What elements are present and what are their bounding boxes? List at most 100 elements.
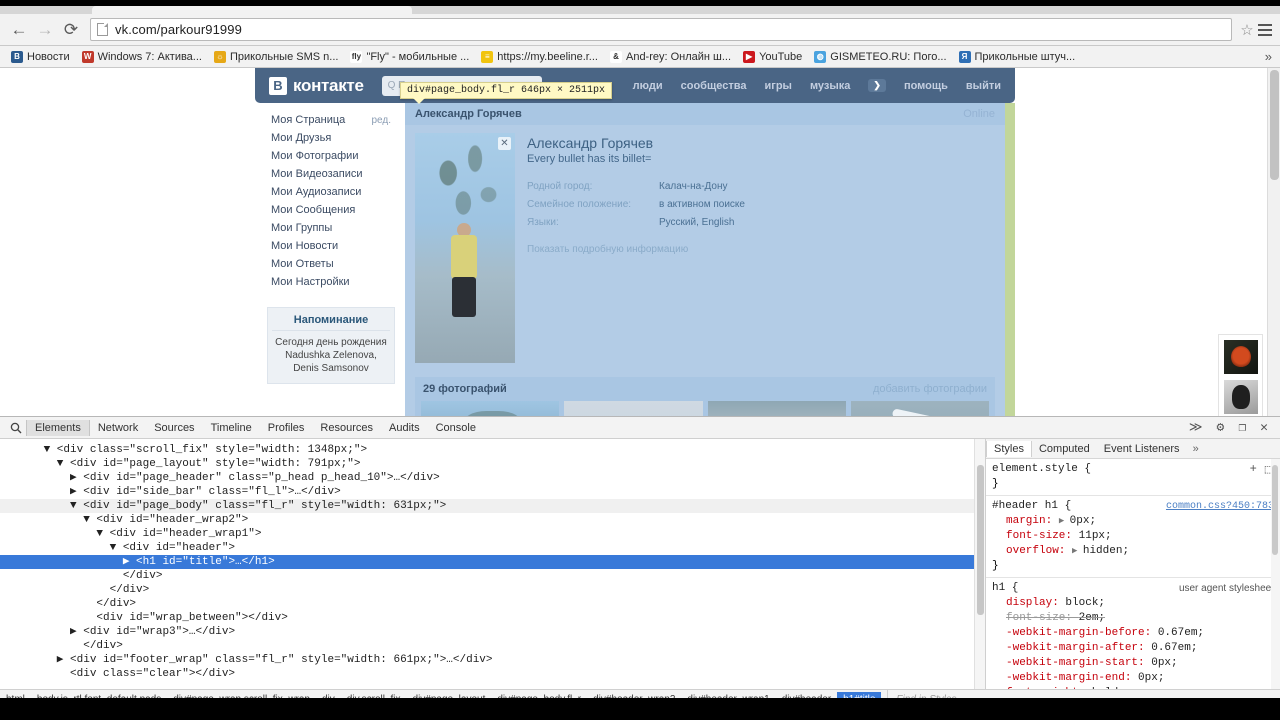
style-property[interactable]: font-size: 2em; [992, 611, 1274, 626]
style-property-value[interactable]: 0px; [1138, 672, 1164, 684]
dom-node-line[interactable]: ▶ <div id="wrap3">…</div> [0, 625, 985, 639]
vk-nav-link[interactable]: ❯ [868, 79, 886, 92]
bookmark-item[interactable]: & And-rey: Онлайн ш... [605, 49, 736, 65]
vk-nav-link[interactable]: люди [633, 80, 663, 92]
styles-tab-computed[interactable]: Computed [1032, 441, 1097, 457]
style-property-value[interactable]: bold; [1092, 687, 1125, 689]
vk-nav-link[interactable]: игры [764, 80, 791, 92]
find-in-styles-input[interactable]: Find in Styles [887, 690, 1280, 698]
style-property-value[interactable]: 11px; [1079, 530, 1112, 542]
style-property[interactable]: display: block; [992, 596, 1274, 611]
dock-console-icon[interactable]: ≫ [1189, 420, 1203, 435]
vk-logo[interactable]: В контакте [269, 76, 364, 96]
expand-arrow-icon[interactable]: ▶ [1072, 546, 1083, 556]
bookmark-item[interactable]: ≡ https://my.beeline.r... [476, 49, 603, 65]
expand-arrow-icon[interactable]: ▶ [1059, 516, 1070, 526]
sidebar-item[interactable]: Мои Ответы [255, 255, 405, 273]
sidebar-item[interactable]: Мои Аудиозаписи [255, 183, 405, 201]
style-rule-source-link[interactable]: common.css?450:783 [1166, 499, 1274, 514]
dom-node-line[interactable]: ▼ <div id="header"> [0, 541, 985, 555]
dom-scrollbar[interactable] [974, 439, 985, 689]
photos-count[interactable]: 29 фотографий [423, 383, 507, 395]
dom-node-line[interactable]: ▼ <div id="page_body" class="fl_r" style… [0, 499, 985, 513]
devtools-tab-resources[interactable]: Resources [312, 420, 381, 436]
profile-more-link[interactable]: Показать подробную информацию [527, 244, 995, 255]
dom-node-line[interactable]: <div class="clear"></div> [0, 667, 985, 681]
style-property-value[interactable]: 0px; [1151, 657, 1177, 669]
address-bar[interactable]: vk.com/parkour91999 [90, 18, 1232, 41]
dom-node-line[interactable]: ▼ <div id="page_layout" style="width: 79… [0, 457, 985, 471]
gear-icon[interactable]: ⚙ [1217, 420, 1225, 435]
sidebar-item[interactable]: Мои Сообщения [255, 201, 405, 219]
sidebar-item[interactable]: Моя Страница ред. [255, 111, 405, 129]
styles-scrollbar-thumb[interactable] [1272, 465, 1278, 555]
sidebar-item[interactable]: Мои Группы [255, 219, 405, 237]
dom-node-line[interactable]: ▶ <div id="page_header" class="p_head p_… [0, 471, 985, 485]
reload-icon[interactable]: ⟳ [58, 17, 84, 43]
style-property-value[interactable]: block; [1065, 597, 1105, 609]
style-property[interactable]: overflow: ▶ hidden; [992, 544, 1274, 559]
dom-scrollbar-thumb[interactable] [977, 465, 984, 615]
bookmark-item[interactable]: Я Прикольные штуч... [954, 49, 1081, 65]
dom-node-line[interactable]: ▼ <div id="header_wrap2"> [0, 513, 985, 527]
vk-nav-link[interactable]: сообщества [681, 80, 747, 92]
bookmarks-overflow-icon[interactable]: » [1265, 49, 1274, 64]
bookmark-item[interactable]: B Новости [6, 49, 75, 65]
dom-node-line[interactable]: ▶ <h1 id="title">…</h1> [0, 555, 985, 569]
bookmark-item[interactable]: fly "Fly" - мобильные ... [345, 49, 474, 65]
style-property-value[interactable]: 0.67em; [1158, 627, 1204, 639]
devtools-tab-profiles[interactable]: Profiles [260, 420, 313, 436]
back-icon[interactable]: ← [6, 17, 32, 43]
dom-node-line[interactable]: </div> [0, 639, 985, 653]
browser-tab[interactable] [92, 6, 412, 14]
sidebar-item[interactable]: Мои Видеозаписи [255, 165, 405, 183]
style-property[interactable]: -webkit-margin-before: 0.67em; [992, 626, 1274, 641]
styles-tab-event-listeners[interactable]: Event Listeners [1097, 441, 1187, 457]
sidebar-item[interactable]: Мои Новости [255, 237, 405, 255]
devtools-tab-network[interactable]: Network [90, 420, 146, 436]
styles-tab-styles[interactable]: Styles [986, 440, 1032, 457]
profile-field-value[interactable]: Калач-на-Дону [659, 181, 728, 192]
dom-node-line[interactable]: ▶ <div id="side_bar" class="fl_l">…</div… [0, 485, 985, 499]
avatar[interactable] [1224, 380, 1258, 414]
sidebar-item[interactable]: Мои Настройки [255, 273, 405, 291]
page-scrollbar-thumb[interactable] [1270, 70, 1279, 180]
style-property[interactable]: -webkit-margin-start: 0px; [992, 656, 1274, 671]
sidebar-item[interactable]: Мои Друзья [255, 129, 405, 147]
sidebar-item-edit-link[interactable]: ред. [371, 115, 391, 126]
close-icon[interactable]: ✕ [498, 137, 511, 150]
dom-node-line[interactable]: </div> [0, 583, 985, 597]
photos-add-link[interactable]: добавить фотографии [873, 383, 987, 395]
style-property[interactable]: font-weight: bold; [992, 686, 1274, 689]
styles-more-icon[interactable]: » [1193, 443, 1199, 455]
dom-node-line[interactable]: <div id="wrap_between"></div> [0, 611, 985, 625]
style-property-value[interactable]: hidden; [1083, 545, 1129, 557]
profile-photo[interactable]: ✕ [415, 133, 515, 363]
dom-node-line[interactable]: </div> [0, 569, 985, 583]
sidebar-item[interactable]: Мои Фотографии [255, 147, 405, 165]
style-property-value[interactable]: 2em; [1079, 612, 1105, 624]
inspect-search-icon[interactable] [6, 422, 26, 434]
chrome-menu-icon[interactable] [1256, 23, 1274, 36]
forward-icon[interactable]: → [32, 17, 58, 43]
style-property-value[interactable]: 0.67em; [1151, 642, 1197, 654]
style-rule-selector[interactable]: #header h1 { [992, 499, 1071, 514]
bookmark-item[interactable]: ◍ GISMETEO.RU: Пого... [809, 49, 951, 65]
bookmark-item[interactable]: W Windows 7: Актива... [77, 49, 207, 65]
bookmark-item[interactable]: ▶ YouTube [738, 49, 807, 65]
devtools-tab-sources[interactable]: Sources [146, 420, 202, 436]
styles-scrollbar[interactable] [1271, 459, 1280, 689]
dom-node-line[interactable]: ▼ <div id="header_wrap1"> [0, 527, 985, 541]
dom-node-line[interactable]: ▼ <div class="scroll_fix" style="width: … [0, 443, 985, 457]
devtools-tab-audits[interactable]: Audits [381, 420, 428, 436]
profile-field-value[interactable]: Русский, English [659, 217, 734, 228]
close-icon[interactable]: ✕ [1260, 420, 1268, 435]
vk-nav-link[interactable]: выйти [966, 80, 1001, 92]
style-property[interactable]: margin: ▶ 0px; [992, 514, 1274, 529]
devtools-tab-elements[interactable]: Elements [26, 419, 90, 436]
style-property-value[interactable]: 0px; [1070, 515, 1096, 527]
dock-side-icon[interactable]: ❐ [1238, 420, 1246, 435]
vk-nav-link[interactable]: помощь [904, 80, 948, 92]
profile-field-value[interactable]: в активном поиске [659, 199, 745, 210]
bookmark-item[interactable]: ☼ Прикольные SMS n... [209, 49, 343, 65]
